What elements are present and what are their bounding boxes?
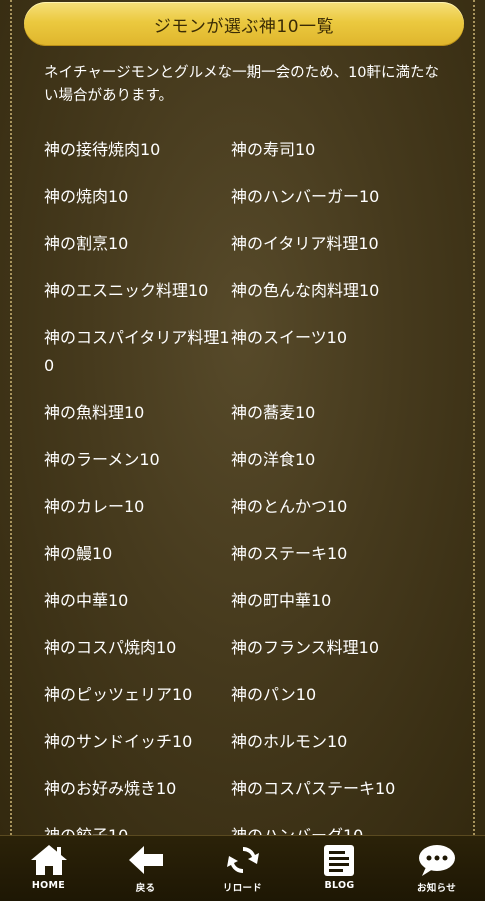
ranking-link[interactable]: 神のパン10 xyxy=(231,679,418,726)
ranking-link[interactable]: 神のお好み焼き10 xyxy=(44,773,231,820)
ranking-link[interactable]: 神のイタリア料理10 xyxy=(231,228,418,275)
ranking-link[interactable]: 神のステーキ10 xyxy=(231,538,418,585)
tab-home[interactable]: HOME xyxy=(4,836,94,901)
ranking-link[interactable]: 神の接待焼肉10 xyxy=(44,134,231,181)
ranking-list: 神の接待焼肉10 神の寿司10 神の焼肉10 神のハンバーガー10 神の割烹10 神のイタ… xyxy=(44,134,444,835)
bottom-tab-bar: HOME 戻る リロード BLOG お知らせ xyxy=(0,835,485,901)
ranking-link[interactable]: 神の寿司10 xyxy=(231,134,418,181)
ranking-link[interactable]: 神のハンバーグ10 xyxy=(231,820,418,835)
tab-back-label: 戻る xyxy=(135,883,156,894)
tab-reload[interactable]: リロード xyxy=(198,836,288,901)
ranking-link[interactable]: 神のホルモン10 xyxy=(231,726,418,773)
ranking-link[interactable]: 神の洋食10 xyxy=(231,444,418,491)
intro-text: ネイチャージモンとグルメな一期一会のため、10軒に満たない場合があります。 xyxy=(44,65,440,104)
tab-reload-label: リロード xyxy=(222,883,263,894)
ranking-link[interactable]: 神のフランス料理10 xyxy=(231,632,418,679)
ranking-link[interactable]: 神のコスパ焼肉10 xyxy=(44,632,231,679)
content-area: ジモンが選ぶ神10一覧 ネイチャージモンとグルメな一期一会のため、10軒に満たな… xyxy=(0,0,485,835)
ranking-link[interactable]: 神のエスニック料理10 xyxy=(44,275,231,322)
ranking-link[interactable]: 神の鰻10 xyxy=(44,538,231,585)
tab-home-label: HOME xyxy=(31,880,66,891)
ranking-link[interactable]: 神のハンバーガー10 xyxy=(231,181,418,228)
section-title-banner: ジモンが選ぶ神10一覧 xyxy=(24,2,464,46)
ranking-link[interactable]: 神の魚料理10 xyxy=(44,397,231,444)
ranking-link[interactable]: 神のコスパステーキ10 xyxy=(231,773,418,820)
ranking-link[interactable]: 神の町中華10 xyxy=(231,585,418,632)
chat-bubble-icon xyxy=(418,845,455,876)
ranking-link[interactable]: 神の餃子10 xyxy=(44,820,231,835)
ranking-link[interactable]: 神のサンドイッチ10 xyxy=(44,726,231,773)
reload-icon xyxy=(226,847,259,873)
ranking-link[interactable]: 神の中華10 xyxy=(44,585,231,632)
ranking-link[interactable]: 神のスイーツ10 xyxy=(231,322,418,397)
tab-news-label: お知らせ xyxy=(416,883,456,894)
ranking-link[interactable]: 神のピッツェリア10 xyxy=(44,679,231,726)
ranking-link[interactable]: 神のカレー10 xyxy=(44,491,231,538)
ranking-link[interactable]: 神の割烹10 xyxy=(44,228,231,275)
tab-blog-label: BLOG xyxy=(324,880,355,891)
tab-blog[interactable]: BLOG xyxy=(295,836,385,901)
page-title: ジモンが選ぶ神10一覧 xyxy=(153,16,335,37)
ranking-link[interactable]: 神の色んな肉料理10 xyxy=(231,275,418,322)
ranking-link[interactable]: 神のコスパイタリア料理10 xyxy=(44,322,231,397)
left-border-decoration xyxy=(10,0,12,835)
right-border-decoration xyxy=(473,0,475,835)
ranking-link[interactable]: 神の蕎麦10 xyxy=(231,397,418,444)
ranking-link[interactable]: 神のラーメン10 xyxy=(44,444,231,491)
ranking-link[interactable]: 神の焼肉10 xyxy=(44,181,231,228)
ranking-link[interactable]: 神のとんかつ10 xyxy=(231,491,418,538)
back-arrow-icon xyxy=(128,846,163,874)
blog-icon xyxy=(323,845,354,876)
tab-back[interactable]: 戻る xyxy=(101,836,191,901)
tab-news[interactable]: お知らせ xyxy=(392,836,482,901)
home-icon xyxy=(30,845,67,875)
